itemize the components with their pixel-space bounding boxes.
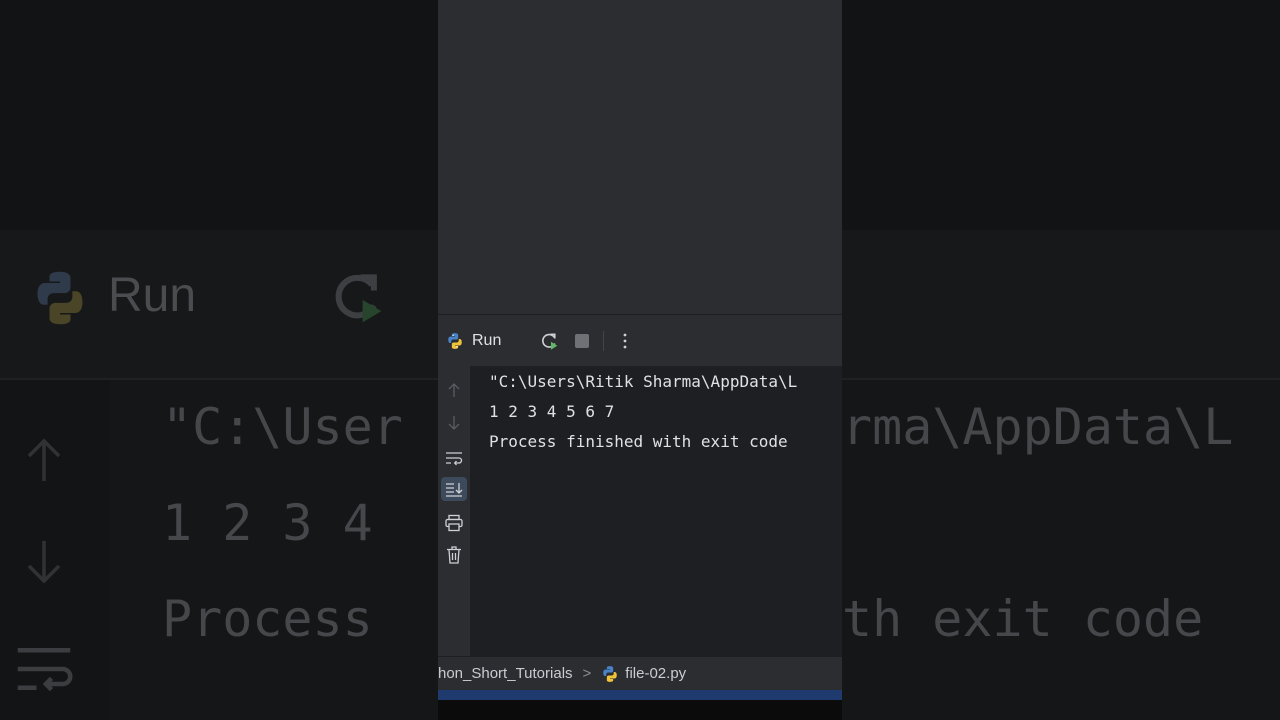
arrow-down-icon	[448, 416, 460, 430]
status-bar: hon_Short_Tutorials > file-02.py	[438, 656, 842, 690]
background-console-line: rma\AppData\L	[842, 398, 1234, 456]
scroll-to-end-button[interactable]	[441, 477, 467, 501]
python-file-icon	[603, 665, 618, 682]
background-run-label: Run	[108, 269, 197, 322]
toolbar-divider	[603, 331, 604, 351]
background-arrow-down-icon	[27, 541, 61, 584]
run-tab[interactable]: Run	[446, 329, 501, 353]
accent-strip	[438, 690, 842, 700]
console-toolbar	[438, 366, 471, 656]
more-options-button[interactable]	[613, 329, 637, 353]
stop-icon	[575, 334, 589, 348]
background-rerun-icon	[335, 274, 382, 323]
console-output[interactable]: "C:\Users\Ritik Sharma\AppData\L 1 2 3 4…	[471, 366, 842, 656]
run-tool-window-header: Run	[438, 314, 842, 366]
trash-icon	[447, 546, 461, 564]
soft-wrap-icon	[446, 452, 463, 466]
background-console-line: "C:\User	[162, 398, 403, 456]
console-line: 1 2 3 4 5 6 7	[489, 402, 615, 421]
background-arrow-up-icon	[27, 438, 61, 481]
background-python-icon	[37, 271, 83, 325]
run-tab-label: Run	[472, 332, 502, 349]
console-line: Process finished with exit code	[489, 432, 788, 451]
breadcrumb-separator: >	[582, 665, 592, 682]
arrow-up-icon	[448, 383, 460, 397]
background-console-line: 1 2 3 4	[162, 494, 373, 552]
down-stack-button[interactable]	[441, 411, 467, 435]
scroll-to-end-icon	[446, 483, 463, 497]
background-soft-wrap-icon	[17, 648, 73, 692]
breadcrumb-project[interactable]: hon_Short_Tutorials	[438, 665, 573, 682]
up-stack-button[interactable]	[441, 378, 467, 402]
console-line: "C:\Users\Ritik Sharma\AppData\L	[489, 372, 798, 391]
rerun-button[interactable]	[537, 329, 561, 353]
background-console-line: th exit code	[842, 590, 1204, 648]
stop-button[interactable]	[570, 329, 594, 353]
soft-wrap-button[interactable]	[441, 446, 467, 470]
python-icon	[448, 333, 462, 349]
clear-all-button[interactable]	[441, 543, 467, 567]
more-options-icon	[623, 333, 627, 349]
print-icon	[445, 514, 463, 532]
print-button[interactable]	[441, 511, 467, 535]
bottom-edge	[438, 700, 842, 720]
ide-window: Run "C:\Users\Ritik Sharma\AppData\L 1 2…	[438, 0, 842, 720]
rerun-icon	[542, 333, 558, 350]
editor-area[interactable]	[438, 0, 842, 314]
breadcrumb-file[interactable]: file-02.py	[625, 665, 686, 682]
background-console-line: Process	[162, 590, 373, 648]
